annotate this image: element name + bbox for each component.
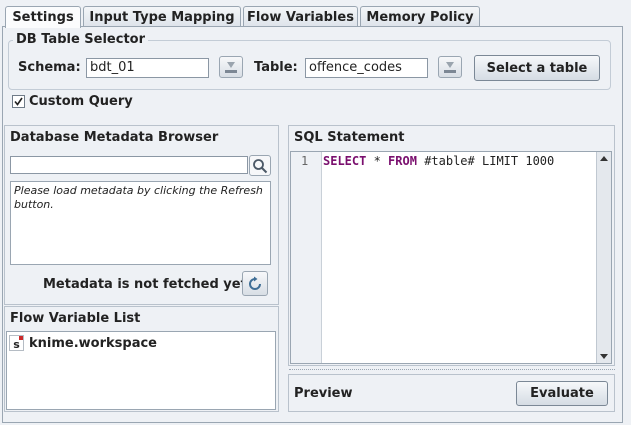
preview-title: Preview [294, 386, 353, 401]
line-number-gutter: 1 [291, 152, 322, 363]
tab-memory-policy[interactable]: Memory Policy [360, 6, 480, 27]
metadata-search-button[interactable] [249, 155, 271, 176]
metadata-load-message: Please load metadata by clicking the Ref… [14, 184, 263, 211]
list-item[interactable]: s knime.workspace [9, 335, 157, 351]
sql-text[interactable]: SELECT * FROM #table# LIMIT 1000 [323, 154, 554, 168]
flow-variable-list[interactable]: s knime.workspace [6, 331, 276, 410]
sql-scrollbar[interactable] [596, 152, 611, 363]
metadata-tree-area[interactable]: Please load metadata by clicking the Ref… [10, 181, 271, 265]
sql-statement-title: SQL Statement [294, 130, 405, 145]
tab-input-type-mapping[interactable]: Input Type Mapping [83, 6, 241, 27]
dropdown-arrow-icon [225, 62, 237, 73]
custom-query-label: Custom Query [29, 94, 133, 109]
line-number: 1 [301, 154, 309, 168]
search-icon [253, 158, 268, 173]
checkbox-checked-icon [14, 97, 23, 106]
splitter-handle[interactable] [289, 369, 615, 373]
refresh-icon [249, 276, 261, 290]
custom-query-checkbox[interactable] [12, 95, 25, 108]
tab-flow-variables[interactable]: Flow Variables [243, 6, 358, 27]
sql-editor[interactable]: 1 SELECT * FROM #table# LIMIT 1000 [290, 151, 612, 364]
sql-star: * [366, 154, 389, 168]
table-dropdown-button[interactable] [438, 56, 462, 78]
metadata-search-input[interactable] [10, 156, 248, 174]
table-input[interactable]: offence_codes [305, 58, 428, 78]
flow-variable-list-title: Flow Variable List [10, 311, 141, 326]
scroll-down-icon[interactable] [597, 350, 611, 362]
sql-table-placeholder: #table# [424, 154, 475, 168]
table-label: Table: [254, 60, 298, 75]
flow-variable-name: knime.workspace [29, 335, 157, 351]
metadata-status-text: Metadata is not fetched yet. [43, 277, 252, 292]
dropdown-arrow-icon [444, 62, 456, 73]
variable-type-glyph: s [13, 338, 20, 351]
scroll-up-icon[interactable] [597, 153, 611, 165]
schema-input[interactable]: bdt_01 [86, 58, 209, 78]
metadata-refresh-button[interactable] [242, 271, 268, 296]
metadata-browser-title: Database Metadata Browser [10, 130, 219, 145]
evaluate-button[interactable]: Evaluate [516, 381, 608, 406]
schema-dropdown-button[interactable] [219, 56, 243, 78]
select-table-button[interactable]: Select a table [474, 55, 600, 81]
db-table-selector-title: DB Table Selector [13, 32, 149, 47]
tab-settings[interactable]: Settings [5, 6, 81, 28]
sql-keyword-from: FROM [388, 154, 417, 168]
sql-limit: LIMIT 1000 [474, 154, 555, 168]
schema-label: Schema: [18, 60, 81, 75]
sql-keyword-select: SELECT [323, 154, 367, 168]
string-variable-icon: s [9, 335, 24, 351]
